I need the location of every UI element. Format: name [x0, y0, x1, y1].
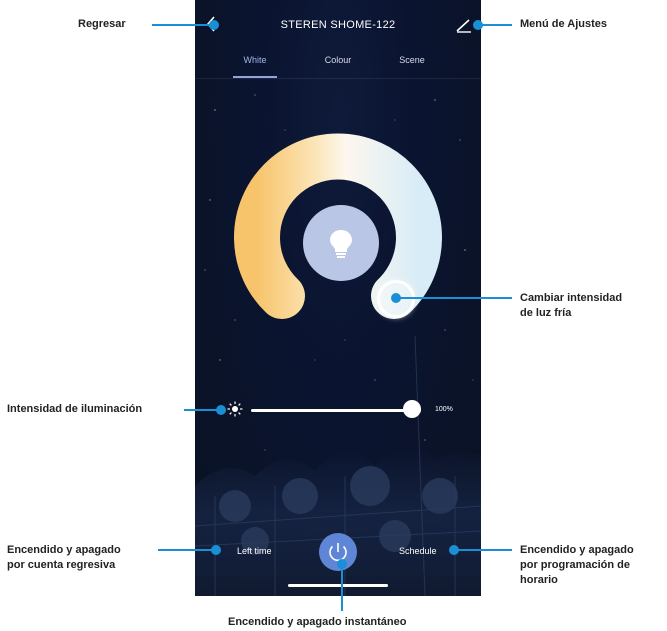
annotation-cold-light-line1: Cambiar intensidad: [520, 292, 623, 304]
annotation-instant: Encendido y apagado instantáneo: [228, 616, 407, 628]
annotation-schedule-line1: Encendido y apagado: [520, 544, 634, 556]
annotation-schedule-line3: horario: [520, 574, 558, 586]
annotation-cold-light: Cambiar intensidad de luz fría: [520, 291, 622, 321]
annotation-settings: Menú de Ajustes: [520, 18, 607, 30]
annotation-brightness: Intensidad de iluminación: [7, 403, 143, 415]
annotation-schedule-line2: por programación de: [520, 559, 631, 571]
annotation-schedule: Encendido y apagado por programación de …: [520, 543, 634, 588]
annotation-countdown-line1: Encendido y apagado: [7, 544, 121, 556]
annotation-back: Regresar: [78, 18, 126, 30]
annotation-cold-light-line2: de luz fría: [520, 307, 572, 319]
stage: STEREN SHOME-122 White Colour Scene 100%…: [0, 0, 667, 631]
annotation-countdown-line2: por cuenta regresiva: [7, 559, 116, 571]
annotation-countdown: Encendido y apagado por cuenta regresiva: [7, 543, 121, 573]
